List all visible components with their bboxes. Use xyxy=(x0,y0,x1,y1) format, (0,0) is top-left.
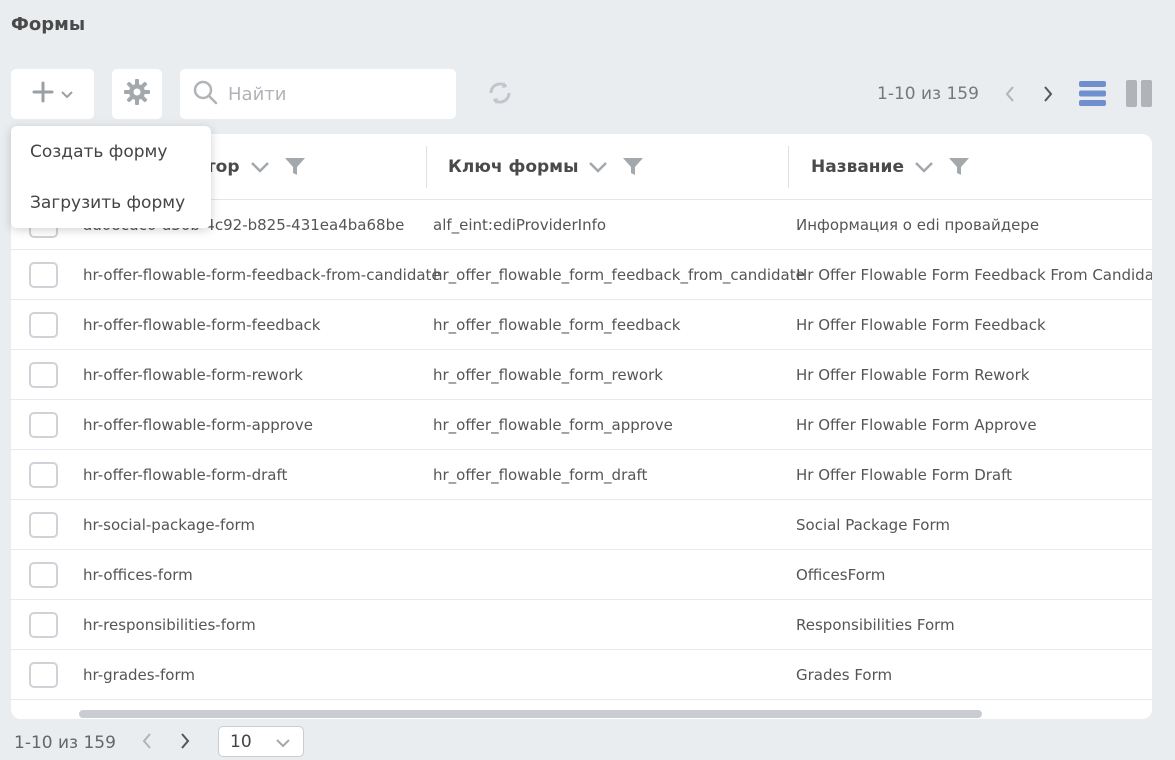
cell-id: hr-offer-flowable-form-feedback-from-can… xyxy=(83,266,441,284)
next-page-button-bottom[interactable] xyxy=(175,733,195,753)
next-page-button[interactable] xyxy=(1038,86,1058,106)
search-box[interactable] xyxy=(180,69,456,119)
row-checkbox[interactable] xyxy=(29,462,58,488)
row-checkbox[interactable] xyxy=(29,662,58,688)
plus-icon xyxy=(32,79,54,109)
horizontal-scrollbar-thumb[interactable] xyxy=(79,710,982,718)
cell-name: Hr Offer Flowable Form Feedback xyxy=(796,316,1046,334)
cell-name: Hr Offer Flowable Form Rework xyxy=(796,366,1030,384)
cell-key: hr_offer_flowable_form_feedback xyxy=(433,316,681,334)
page-size-select[interactable]: 10 xyxy=(218,726,304,757)
cell-name: Grades Form xyxy=(796,666,893,684)
row-checkbox[interactable] xyxy=(29,362,58,388)
filter-icon[interactable] xyxy=(622,157,644,177)
cell-name: Hr Offer Flowable Form Draft xyxy=(796,466,1012,484)
cell-name: Hr Offer Flowable Form Approve xyxy=(796,416,1037,434)
menu-item-create-form[interactable]: Создать форму xyxy=(30,142,167,162)
chevron-right-icon xyxy=(1042,85,1054,107)
chevron-right-icon xyxy=(179,732,191,754)
row-checkbox[interactable] xyxy=(29,512,58,538)
cell-key: hr_offer_flowable_form_draft xyxy=(433,466,648,484)
prev-page-button[interactable] xyxy=(1000,86,1020,106)
column-header-name[interactable]: Название xyxy=(788,134,1152,200)
chevron-down-icon xyxy=(275,734,291,754)
table-row[interactable]: hr-offer-flowable-form-rework hr_offer_f… xyxy=(11,350,1152,400)
chevron-left-icon xyxy=(141,732,153,754)
cell-id: hr-offer-flowable-form-draft xyxy=(83,466,288,484)
table-row[interactable]: hr-offer-flowable-form-draft hr_offer_fl… xyxy=(11,450,1152,500)
filter-icon[interactable] xyxy=(948,157,970,177)
cell-name: Responsibilities Form xyxy=(796,616,955,634)
cell-name: Social Package Form xyxy=(796,516,950,534)
cell-id: hr-offer-flowable-form-approve xyxy=(83,416,313,434)
row-checkbox[interactable] xyxy=(29,612,58,638)
cell-id: hr-offices-form xyxy=(83,566,193,584)
pagination-text-top: 1-10 из 159 xyxy=(877,84,979,104)
cell-id: hr-social-package-form xyxy=(83,516,256,534)
cell-id: hr-offer-flowable-form-rework xyxy=(83,366,303,384)
search-icon xyxy=(192,79,218,109)
cell-key: hr_offer_flowable_form_feedback_from_can… xyxy=(433,266,805,284)
cell-id: hr-responsibilities-form xyxy=(83,616,256,634)
menu-item-upload-form[interactable]: Загрузить форму xyxy=(30,193,185,213)
cell-key: alf_eint:ediProviderInfo xyxy=(433,216,607,234)
create-button[interactable] xyxy=(11,69,94,119)
sort-chevron-icon[interactable] xyxy=(588,161,608,173)
cell-id: hr-grades-form xyxy=(83,666,195,684)
row-checkbox[interactable] xyxy=(29,412,58,438)
row-checkbox[interactable] xyxy=(29,262,58,288)
table-row[interactable]: hr-offer-flowable-form-feedback hr_offer… xyxy=(11,300,1152,350)
row-checkbox[interactable] xyxy=(29,562,58,588)
cell-name: Hr Offer Flowable Form Feedback From Can… xyxy=(796,266,1152,284)
sort-chevron-icon[interactable] xyxy=(250,161,270,173)
settings-button[interactable] xyxy=(112,69,162,119)
column-header-label: Название xyxy=(811,157,904,177)
row-checkbox[interactable] xyxy=(29,312,58,338)
table-row[interactable]: hr-social-package-form Social Package Fo… xyxy=(11,500,1152,550)
create-dropdown-menu: Создать форму Загрузить форму xyxy=(11,126,211,228)
column-separator xyxy=(426,146,427,188)
search-input[interactable] xyxy=(228,83,448,105)
chevron-left-icon xyxy=(1004,85,1016,107)
column-header-label: Ключ формы xyxy=(448,157,579,177)
page-title: Формы xyxy=(11,14,86,35)
chevron-down-icon xyxy=(60,85,74,104)
table-row[interactable]: hr-offer-flowable-form-feedback-from-can… xyxy=(11,250,1152,300)
table-row[interactable]: hr-responsibilities-form Responsibilitie… xyxy=(11,600,1152,650)
filter-icon[interactable] xyxy=(284,157,306,177)
pagination-text-bottom: 1-10 из 159 xyxy=(14,733,116,753)
columns-view-button[interactable] xyxy=(1126,80,1152,107)
cell-name: Информация о edi провайдере xyxy=(796,216,1040,234)
refresh-icon xyxy=(485,78,515,112)
prev-page-button-bottom[interactable] xyxy=(137,733,157,753)
cell-key: hr_offer_flowable_form_approve xyxy=(433,416,673,434)
cell-key: hr_offer_flowable_form_rework xyxy=(433,366,663,384)
gear-icon xyxy=(123,78,151,110)
column-header-key[interactable]: Ключ формы xyxy=(426,134,788,200)
list-view-icon xyxy=(1079,81,1106,111)
refresh-button[interactable] xyxy=(484,79,516,111)
table-row[interactable]: hr-grades-form Grades Form xyxy=(11,650,1152,700)
cell-id: hr-offer-flowable-form-feedback xyxy=(83,316,321,334)
table-row[interactable]: hr-offices-form OfficesForm xyxy=(11,550,1152,600)
cell-name: OfficesForm xyxy=(796,566,886,584)
sort-chevron-icon[interactable] xyxy=(914,161,934,173)
page-size-value: 10 xyxy=(230,731,252,752)
table-row[interactable]: hr-offer-flowable-form-approve hr_offer_… xyxy=(11,400,1152,450)
columns-view-icon xyxy=(1126,80,1152,111)
list-view-button[interactable] xyxy=(1079,80,1106,107)
column-separator xyxy=(788,146,789,188)
